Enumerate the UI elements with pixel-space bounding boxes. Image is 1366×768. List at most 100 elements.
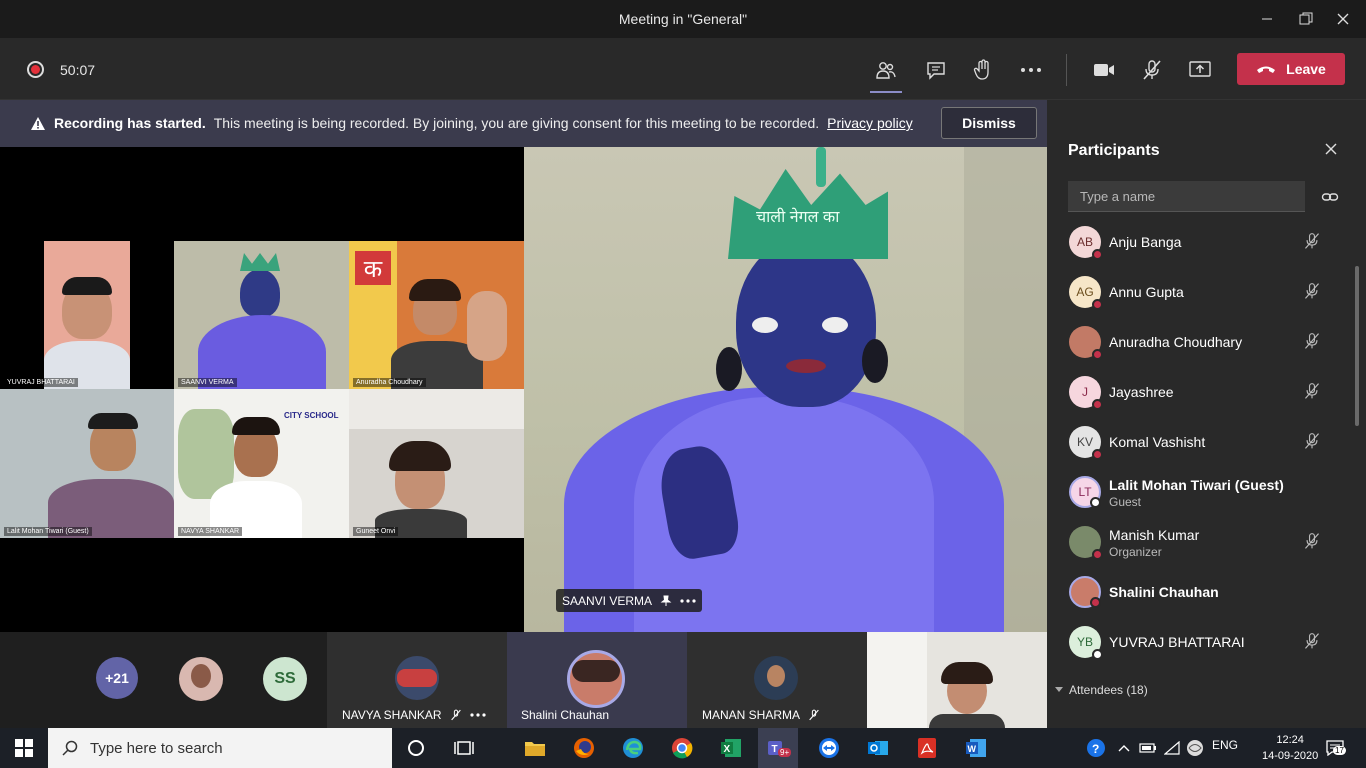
close-window-button[interactable] — [1320, 0, 1366, 38]
teams-meeting-window: Meeting in "General" 50:07 Leave Recordi… — [0, 0, 1366, 768]
strip-tile-video[interactable] — [867, 632, 1047, 728]
show-participants-button[interactable] — [870, 55, 902, 93]
participant-name: Komal Vashisht — [1109, 434, 1206, 450]
participant-row[interactable]: YB YUVRAJ BHATTARAI — [1047, 625, 1352, 675]
participant-row[interactable]: Shalini Chauhan — [1047, 575, 1352, 625]
camera-button[interactable] — [1089, 55, 1119, 85]
chrome-icon — [672, 738, 693, 759]
participant-row[interactable]: KV Komal Vashisht — [1047, 425, 1352, 475]
taskbar-clock[interactable]: 12:24 14-09-2020 — [1262, 732, 1318, 764]
chrome-button[interactable] — [670, 736, 694, 760]
video-tile[interactable]: क Anuradha Choudhary — [349, 241, 524, 389]
video-tile[interactable]: SAANVI VERMA — [174, 241, 349, 389]
crown-text: चाली नेगल का — [756, 209, 840, 226]
taskbar-search[interactable]: Type here to search — [48, 728, 392, 768]
video-tile[interactable]: Guneet Onvi — [349, 389, 524, 538]
participant-row[interactable]: AB Anju Banga — [1047, 225, 1352, 275]
panel-scrollbar[interactable] — [1355, 266, 1359, 426]
mic-off-icon — [1304, 333, 1320, 349]
privacy-policy-link[interactable]: Privacy policy — [827, 115, 913, 131]
share-content-button[interactable] — [1185, 55, 1215, 85]
more-icon — [1021, 68, 1041, 72]
attendees-label: Attendees (18) — [1069, 683, 1148, 697]
avatar[interactable] — [179, 657, 223, 701]
battery-icon — [1139, 743, 1156, 753]
strip-tile-manan[interactable]: MANAN SHARMA — [687, 632, 867, 728]
participant-row[interactable]: AG Annu Gupta — [1047, 275, 1352, 325]
avatar — [395, 656, 439, 700]
wifi-icon — [1164, 741, 1180, 755]
video-tile[interactable]: Lalit Mohan Tiwari (Guest) — [0, 389, 174, 538]
close-panel-icon[interactable] — [1322, 140, 1340, 158]
mic-off-icon — [1304, 383, 1320, 399]
mic-off-icon — [1304, 433, 1320, 449]
battery-tray-icon[interactable] — [1136, 736, 1160, 760]
avatar — [1069, 326, 1103, 360]
wifi-tray-icon[interactable] — [1160, 736, 1184, 760]
leave-button[interactable]: Leave — [1237, 53, 1345, 85]
teamviewer-button[interactable] — [817, 736, 841, 760]
firefox-button[interactable] — [572, 736, 596, 760]
avatar: YB — [1069, 626, 1103, 660]
camera-icon — [1094, 64, 1114, 76]
vpn-tray-icon[interactable] — [1183, 736, 1207, 760]
task-view-button[interactable] — [452, 736, 476, 760]
participant-row[interactable]: Anuradha Choudhary — [1047, 325, 1352, 375]
action-center-button[interactable]: 17 — [1323, 736, 1347, 760]
participant-search-input[interactable] — [1068, 181, 1305, 212]
leave-label: Leave — [1286, 61, 1326, 77]
spotlight-video[interactable]: चाली नेगल का — [524, 147, 1047, 632]
raise-hand-button[interactable] — [968, 55, 998, 85]
spotlight-name: SAANVI VERMA — [562, 593, 653, 608]
avatar[interactable]: SS — [263, 657, 307, 701]
link-icon[interactable] — [1321, 188, 1339, 206]
window-title: Meeting in "General" — [618, 11, 748, 27]
meeting-timer: 50:07 — [60, 62, 96, 78]
video-tile[interactable]: YUVRAJ BHATTARAI — [0, 241, 174, 389]
dismiss-button[interactable]: Dismiss — [941, 107, 1037, 139]
more-icon[interactable] — [469, 713, 486, 717]
svg-text:?: ? — [1092, 742, 1099, 756]
panel-title: Participants — [1068, 142, 1160, 159]
show-conversation-button[interactable] — [921, 55, 951, 85]
teams-button[interactable]: T 9+ — [758, 728, 798, 768]
more-icon[interactable] — [680, 598, 696, 603]
excel-button[interactable]: X — [719, 736, 743, 760]
recording-icon — [27, 61, 44, 78]
show-hidden-icons[interactable] — [1112, 736, 1136, 760]
video-tile[interactable]: CITY SCHOOL NAVYA SHANKAR — [174, 389, 349, 538]
tile-label: SAANVI VERMA — [178, 378, 237, 387]
mic-off-icon — [1304, 283, 1320, 299]
pin-icon — [660, 595, 672, 606]
mute-button[interactable] — [1137, 55, 1167, 85]
outlook-button[interactable] — [866, 736, 890, 760]
attendees-section-header[interactable]: Attendees (18) — [1055, 683, 1148, 697]
strip-tile-navya[interactable]: NAVYA SHANKAR — [327, 632, 507, 728]
avatar — [567, 650, 625, 708]
tile-label: Lalit Mohan Tiwari (Guest) — [4, 527, 92, 536]
participant-row[interactable]: LT Lalit Mohan Tiwari (Guest) Guest — [1047, 475, 1352, 525]
strip-tile-shalini[interactable]: Shalini Chauhan — [507, 632, 687, 728]
recording-banner: Recording has started. This meeting is b… — [0, 100, 1047, 147]
mic-off-icon — [1304, 233, 1320, 249]
participant-row[interactable]: J Jayashree — [1047, 375, 1352, 425]
file-explorer-button[interactable] — [523, 736, 547, 760]
more-participants-button[interactable]: +21 — [96, 657, 138, 699]
notification-count: 17 — [1333, 746, 1346, 755]
participant-name: Shalini Chauhan — [1109, 584, 1219, 600]
edge-button[interactable] — [621, 736, 645, 760]
help-tray-icon[interactable]: ? — [1084, 736, 1108, 760]
spotlight-name-chip: SAANVI VERMA — [556, 589, 703, 612]
gallery-video-area: YUVRAJ BHATTARAI SAANVI VERMA क Anuradha… — [0, 147, 524, 632]
restore-icon — [1299, 12, 1313, 25]
cortana-button[interactable] — [404, 736, 428, 760]
more-actions-button[interactable] — [1016, 55, 1046, 85]
participant-row[interactable]: Manish Kumar Organizer — [1047, 525, 1352, 575]
participant-name: NAVYA SHANKAR — [342, 708, 442, 722]
start-button[interactable] — [12, 736, 36, 760]
input-language[interactable]: ENG — [1212, 738, 1238, 752]
participant-name: Jayashree — [1109, 384, 1174, 400]
svg-text:T: T — [772, 744, 778, 755]
word-button[interactable]: W — [964, 736, 988, 760]
acrobat-button[interactable] — [915, 736, 939, 760]
